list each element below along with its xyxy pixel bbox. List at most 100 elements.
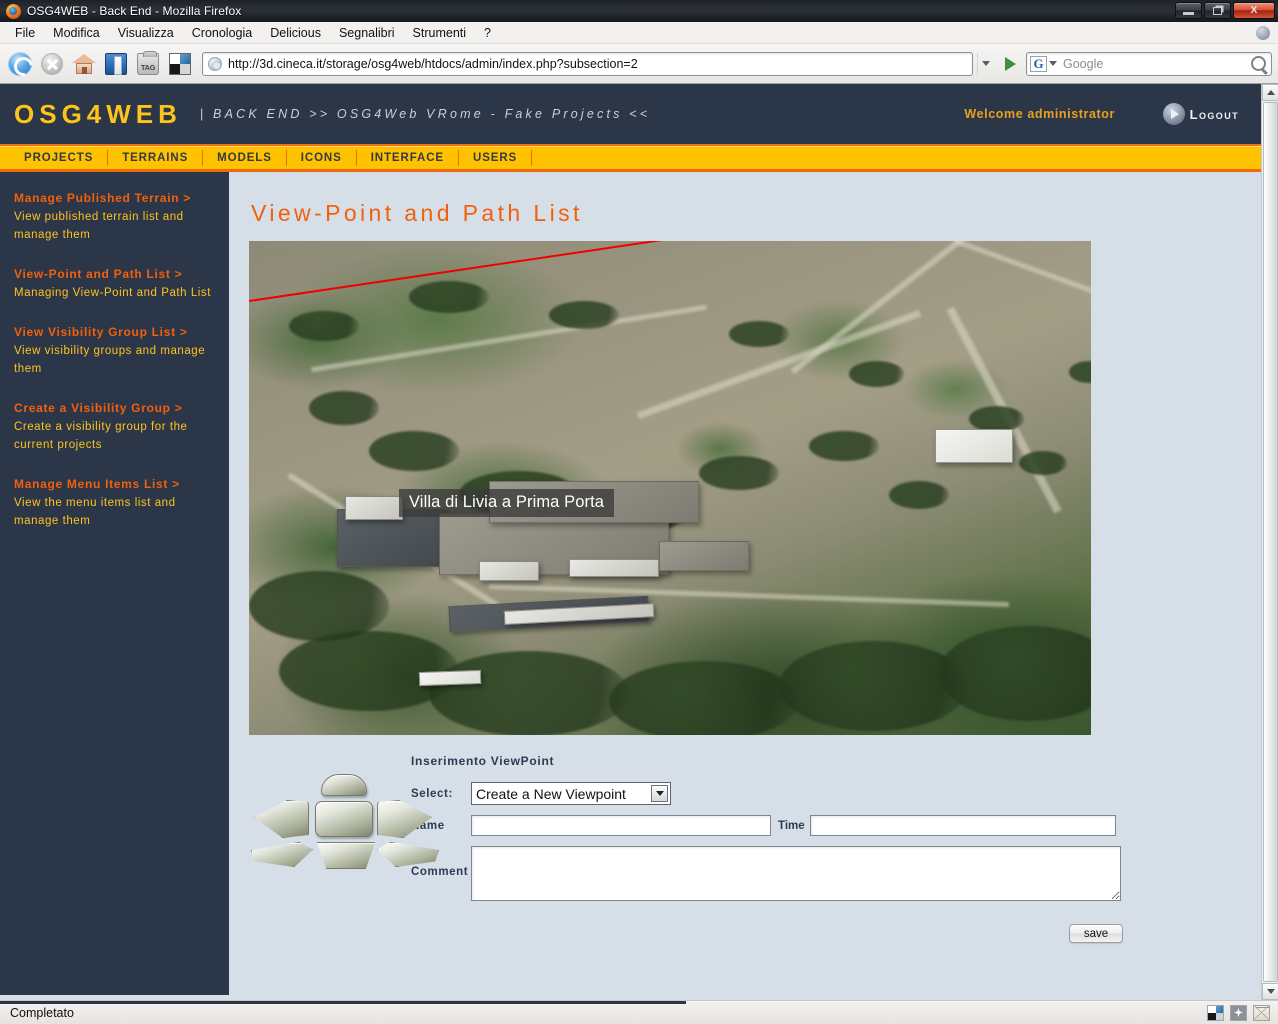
mail-status-icon[interactable] xyxy=(1253,1004,1270,1021)
sidebar-item-manage-published-terrain[interactable]: Manage Published Terrain > View publishe… xyxy=(14,190,215,244)
go-button[interactable] xyxy=(998,51,1022,77)
scroll-up-button[interactable] xyxy=(1262,84,1278,101)
status-bar: Completato xyxy=(0,1000,1278,1024)
building-structure xyxy=(479,561,539,581)
search-input[interactable]: Google xyxy=(1059,57,1251,71)
logout-label: Logout xyxy=(1189,106,1239,122)
home-icon xyxy=(72,53,96,75)
restore-button[interactable] xyxy=(1204,2,1231,19)
address-bar[interactable]: http://3d.cineca.it/storage/osg4web/htdo… xyxy=(202,51,973,76)
sidebar-item-viewpoint-path-list[interactable]: View-Point and Path List > Managing View… xyxy=(14,266,215,302)
nav-pad-down-button[interactable] xyxy=(316,842,376,869)
status-icons xyxy=(1207,1004,1270,1021)
form-actions: save xyxy=(411,924,1123,943)
vertical-scrollbar[interactable] xyxy=(1261,84,1278,1000)
sidebar-item-create-visibility-group[interactable]: Create a Visibility Group > Create a vis… xyxy=(14,400,215,454)
checker-button[interactable] xyxy=(166,50,194,78)
terrain-preview-image[interactable]: Villa di Livia a Prima Porta xyxy=(249,241,1091,735)
tag-button[interactable]: TAG xyxy=(134,50,162,78)
sidebar-item-view-visibility-group-list[interactable]: View Visibility Group List > View visibi… xyxy=(14,324,215,378)
sidebar-item-title: View Visibility Group List > xyxy=(14,325,188,339)
main-nav: PROJECTS TERRAINS MODELS ICONS INTERFACE… xyxy=(0,146,1261,172)
tab-terrains[interactable]: TERRAINS xyxy=(108,150,204,166)
home-button[interactable] xyxy=(70,50,98,78)
sidebar-item-title: Create a Visibility Group > xyxy=(14,401,183,415)
name-input[interactable] xyxy=(471,815,771,836)
sidebar-item-desc: View visibility groups and manage them xyxy=(14,345,206,375)
page-viewport: OSG4WEB | BACK END >> OSG4Web VRome - Fa… xyxy=(0,84,1278,1000)
bookmarks-button[interactable] xyxy=(102,50,130,78)
logout-button[interactable]: Logout xyxy=(1162,103,1239,125)
chevron-down-icon xyxy=(1266,989,1275,994)
tab-models[interactable]: MODELS xyxy=(203,150,287,166)
viewpoint-select[interactable]: Create a New Viewpoint xyxy=(471,782,671,805)
nav-pad-up-button[interactable] xyxy=(321,774,367,796)
chevron-up-icon xyxy=(1266,90,1275,95)
address-history-dropdown[interactable] xyxy=(977,52,994,75)
welcome-message: Welcome administrator xyxy=(964,107,1115,121)
menu-file[interactable]: File xyxy=(6,24,44,42)
page-body: Manage Published Terrain > View publishe… xyxy=(0,172,1261,995)
sidebar-item-desc: View published terrain list and manage t… xyxy=(14,211,184,241)
building-structure xyxy=(418,669,482,687)
menu-visualizza[interactable]: Visualizza xyxy=(109,24,183,42)
search-engine-dropdown[interactable] xyxy=(1047,61,1059,66)
tab-users[interactable]: USERS xyxy=(459,150,533,166)
search-icon[interactable] xyxy=(1251,56,1266,71)
menu-segnalibri[interactable]: Segnalibri xyxy=(330,24,404,42)
nav-pad-down-left-button[interactable] xyxy=(251,842,313,867)
checker-icon xyxy=(169,52,191,75)
brand-logo: OSG4WEB xyxy=(14,98,182,129)
form-row-comment: Comment xyxy=(411,846,1261,901)
checker-status-icon[interactable] xyxy=(1207,1004,1224,1021)
select-label: Select: xyxy=(411,787,453,800)
tab-icons[interactable]: ICONS xyxy=(287,150,357,166)
comment-label: Comment xyxy=(411,866,469,878)
comment-textarea[interactable] xyxy=(471,846,1121,901)
building-structure xyxy=(345,496,403,520)
web-page: OSG4WEB | BACK END >> OSG4Web VRome - Fa… xyxy=(0,84,1261,1000)
tab-projects[interactable]: PROJECTS xyxy=(18,150,109,166)
sidebar-item-desc: Create a visibility group for the curren… xyxy=(14,421,188,451)
logout-arrow-icon xyxy=(1162,103,1185,125)
main-content: View-Point and Path List Villa di Livia … xyxy=(229,172,1261,995)
menu-delicious[interactable]: Delicious xyxy=(261,24,330,42)
google-logo-icon: G xyxy=(1030,55,1047,72)
building-structure xyxy=(659,541,749,571)
chevron-down-icon[interactable] xyxy=(651,785,668,802)
close-button[interactable]: X xyxy=(1233,2,1275,19)
nav-pad-left-button[interactable] xyxy=(254,800,309,838)
sidebar-item-title: Manage Menu Items List > xyxy=(14,477,180,491)
scroll-down-button[interactable] xyxy=(1262,983,1278,1000)
nav-pad-center-button[interactable] xyxy=(315,801,373,837)
save-button[interactable]: save xyxy=(1069,924,1123,943)
shield-status-icon[interactable] xyxy=(1230,1004,1247,1021)
reload-button[interactable] xyxy=(6,50,34,78)
status-text: Completato xyxy=(10,1005,74,1020)
search-bar[interactable]: G Google xyxy=(1026,51,1272,76)
navigation-pad-widget[interactable] xyxy=(249,774,439,870)
tab-interface[interactable]: INTERFACE xyxy=(357,150,459,166)
menu-help[interactable]: ? xyxy=(475,24,500,42)
book-icon xyxy=(105,52,127,75)
firefox-corner-icon xyxy=(1256,26,1270,40)
form-title: Inserimento ViewPoint xyxy=(411,754,555,768)
sidebar-item-manage-menu-items-list[interactable]: Manage Menu Items List > View the menu i… xyxy=(14,476,215,530)
scrollbar-thumb[interactable] xyxy=(1263,102,1278,982)
tag-icon: TAG xyxy=(137,50,159,75)
chevron-down-icon xyxy=(982,61,990,66)
menu-modifica[interactable]: Modifica xyxy=(44,24,109,42)
menu-cronologia[interactable]: Cronologia xyxy=(183,24,261,42)
time-input[interactable] xyxy=(810,815,1116,836)
browser-window: OSG4WEB - Back End - Mozilla Firefox X F… xyxy=(0,0,1278,1024)
chevron-down-icon xyxy=(1049,61,1057,66)
menu-strumenti[interactable]: Strumenti xyxy=(404,24,476,42)
time-label: Time xyxy=(778,819,805,832)
firefox-icon xyxy=(6,3,21,19)
sidebar-item-desc: View the menu items list and manage them xyxy=(14,497,176,527)
stop-button[interactable] xyxy=(38,50,66,78)
minimize-button[interactable] xyxy=(1175,2,1202,19)
terrain-label: Villa di Livia a Prima Porta xyxy=(399,489,615,517)
viewpoint-form: Inserimento ViewPoint Select: Create a N… xyxy=(249,754,1261,943)
sidebar-item-title: View-Point and Path List > xyxy=(14,267,183,281)
